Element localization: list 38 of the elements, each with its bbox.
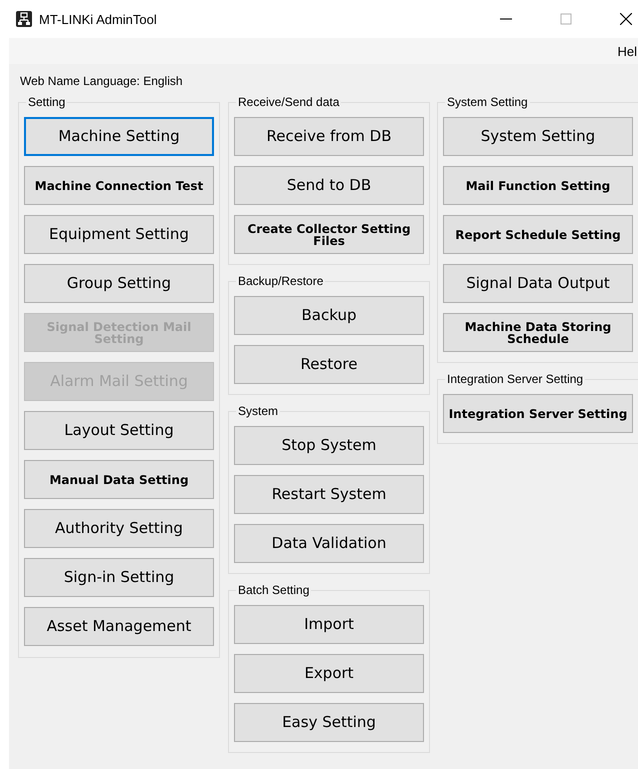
setting-button[interactable]: Manual Data Setting — [24, 460, 214, 499]
setting-button[interactable]: System Setting — [443, 117, 633, 156]
setting-button[interactable]: Restart System — [234, 475, 424, 514]
setting-button[interactable]: Restore — [234, 345, 424, 384]
setting-button[interactable]: Export — [234, 654, 424, 693]
setting-button[interactable]: Equipment Setting — [24, 215, 214, 254]
group-title: Batch Setting — [237, 583, 310, 597]
setting-button[interactable]: Create Collector Setting Files — [234, 215, 424, 254]
setting-button[interactable]: Import — [234, 605, 424, 644]
setting-button[interactable]: Stop System — [234, 426, 424, 465]
menu-item[interactable]: Hel — [617, 44, 637, 58]
group-title: Receive/Send data — [237, 95, 340, 109]
setting-button[interactable]: Mail Function Setting — [443, 166, 633, 205]
setting-button[interactable]: Machine Data Storing Schedule — [443, 313, 633, 352]
group-title: Setting — [27, 95, 66, 109]
setting-button[interactable]: Authority Setting — [24, 509, 214, 548]
setting-button[interactable]: Receive from DB — [234, 117, 424, 156]
setting-button[interactable]: Send to DB — [234, 166, 424, 205]
group-title: System Setting — [446, 95, 529, 109]
setting-button[interactable]: Integration Server Setting — [443, 394, 633, 433]
language-label: Web Name Language: English — [20, 74, 184, 90]
setting-button[interactable]: Machine Setting — [24, 117, 214, 156]
setting-button[interactable]: Machine Connection Test — [24, 166, 214, 205]
setting-button[interactable]: Backup — [234, 296, 424, 335]
setting-button[interactable]: Sign-in Setting — [24, 558, 214, 597]
setting-button[interactable]: Data Validation — [234, 524, 424, 563]
app-icon — [16, 11, 32, 27]
group-title: Backup/Restore — [237, 274, 324, 288]
setting-button[interactable]: Easy Setting — [234, 703, 424, 742]
group-title: System — [237, 404, 280, 418]
setting-button[interactable]: Group Setting — [24, 264, 214, 303]
group-title: Integration Server Setting — [446, 372, 584, 386]
window-title: MT-LINKi AdminTool — [39, 12, 157, 26]
setting-button[interactable]: Asset Management — [24, 607, 214, 646]
setting-button[interactable]: Report Schedule Setting — [443, 215, 633, 254]
setting-button[interactable]: Layout Setting — [24, 411, 214, 450]
setting-button[interactable]: Signal Data Output — [443, 264, 633, 303]
close-icon[interactable] — [620, 13, 632, 25]
